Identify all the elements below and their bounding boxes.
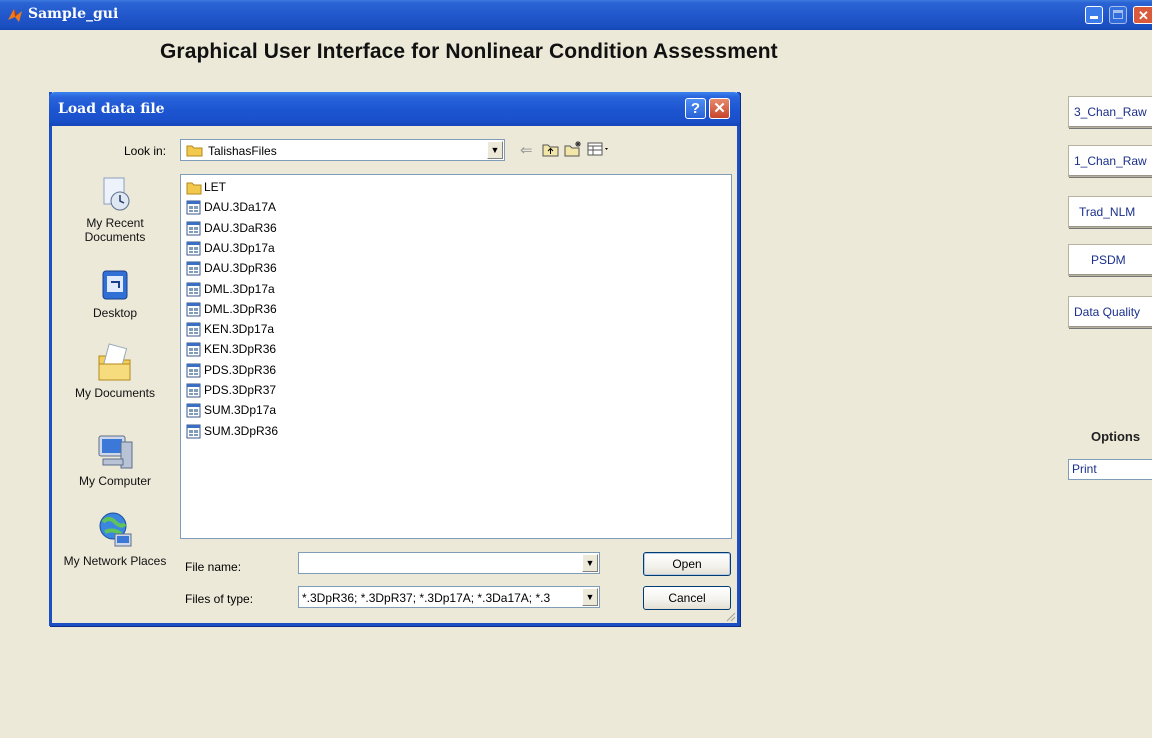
file-type-value: *.3DpR36; *.3DpR37; *.3Dp17A; *.3Da17A; …: [302, 591, 551, 605]
psdm-button[interactable]: PSDM: [1068, 244, 1152, 276]
close-icon: ✕: [713, 100, 726, 117]
file-name: LET: [204, 180, 227, 194]
place-my-documents[interactable]: My Documents: [60, 342, 170, 400]
folder-icon: [186, 182, 202, 195]
file-name: DAU.3DaR36: [204, 220, 277, 235]
file-icon: [186, 302, 201, 317]
file-name: PDS.3DpR36: [204, 362, 277, 377]
new-folder-icon[interactable]: [564, 140, 584, 158]
look-in-label: Look in:: [124, 144, 167, 158]
place-my-recent-documents[interactable]: My Recent Documents: [60, 176, 170, 244]
my-documents-icon: [98, 343, 131, 381]
main-title-bar[interactable]: Sample_gui ✕: [0, 0, 1152, 30]
file-name-input[interactable]: ▼: [298, 552, 600, 574]
file-icon: [186, 200, 201, 215]
file-icon: [186, 241, 201, 256]
file-icon: [186, 342, 201, 357]
options-selected-value: Print: [1072, 462, 1097, 476]
matlab-icon: [8, 9, 22, 22]
load-data-dialog: Load data file ? ✕ Look in: TalishasFile…: [49, 92, 740, 626]
dialog-title: Load data file: [58, 101, 165, 117]
close-button[interactable]: ✕: [1133, 6, 1152, 24]
file-name: KEN.3DpR36: [204, 342, 277, 357]
options-label: Options: [1091, 429, 1141, 444]
file-name: SUM.3Dp17a: [204, 403, 277, 418]
chevron-down-icon[interactable]: ▼: [487, 141, 503, 159]
minimize-button[interactable]: [1085, 6, 1103, 24]
file-name: KEN.3Dp17a: [204, 322, 275, 337]
place-my-computer[interactable]: My Computer: [60, 432, 170, 488]
place-my-network-places[interactable]: My Network Places: [60, 510, 170, 568]
place-desktop[interactable]: Desktop: [60, 268, 170, 320]
dialog-close-button[interactable]: ✕: [709, 98, 730, 119]
file-icon: [186, 424, 201, 439]
folder-icon: [186, 145, 203, 157]
file-icon: [186, 363, 201, 378]
file-name: SUM.3DpR36: [204, 423, 279, 438]
resize-grip-icon[interactable]: [724, 610, 736, 622]
file-type-label: Files of type:: [185, 592, 254, 606]
look-in-value: TalishasFiles: [208, 144, 277, 158]
file-icon: [186, 322, 201, 337]
help-button[interactable]: ?: [685, 98, 706, 119]
gui-heading: Graphical User Interface for Nonlinear C…: [160, 40, 778, 63]
file-name-label: File name:: [185, 560, 242, 574]
maximize-button[interactable]: [1109, 6, 1127, 24]
chevron-down-icon[interactable]: ▼: [582, 588, 598, 606]
cancel-button[interactable]: Cancel: [643, 586, 731, 610]
file-icon: [186, 282, 201, 296]
place-label: Desktop: [92, 306, 138, 320]
1-chan-raw-button[interactable]: 1_Chan_Raw: [1068, 145, 1152, 177]
look-in-combo[interactable]: TalishasFiles ▼: [180, 139, 505, 161]
window-title: Sample_gui: [28, 6, 119, 22]
chevron-down-icon[interactable]: ▼: [582, 554, 598, 572]
back-arrow-icon[interactable]: ⇐: [520, 141, 533, 159]
file-type-select[interactable]: *.3DpR36; *.3DpR37; *.3Dp17A; *.3Da17A; …: [298, 586, 600, 608]
help-icon: ?: [690, 100, 701, 117]
place-label: My Documents: [74, 386, 156, 400]
options-select[interactable]: Print ▼: [1068, 459, 1152, 480]
file-name: DML.3DpR36: [204, 301, 277, 316]
file-name: DML.3Dp17a: [204, 281, 275, 296]
desktop-icon: [102, 270, 128, 300]
minimize-icon: [1090, 16, 1098, 19]
trad-nlm-button[interactable]: Trad_NLM: [1068, 196, 1152, 228]
open-button[interactable]: Open: [643, 552, 731, 576]
close-icon: ✕: [1138, 8, 1149, 23]
place-label: My Computer: [78, 474, 152, 488]
file-icon: [186, 261, 201, 276]
file-name: DAU.3Da17A: [204, 200, 277, 215]
file-icon: [186, 403, 201, 418]
recent-documents-icon: [103, 177, 130, 211]
file-name: DAU.3Dp17a: [204, 240, 275, 255]
data-quality-button[interactable]: Data Quality: [1068, 296, 1152, 328]
place-label: My Recent Documents: [84, 216, 146, 244]
up-folder-icon[interactable]: [542, 142, 560, 158]
view-menu-icon[interactable]: [587, 141, 611, 157]
file-icon: [186, 221, 201, 236]
my-computer-icon: [98, 435, 133, 469]
file-name: PDS.3DpR37: [204, 383, 277, 397]
maximize-icon: [1113, 10, 1123, 19]
network-places-icon: [99, 512, 132, 547]
file-icon: [186, 383, 201, 398]
dialog-title-bar[interactable]: Load data file ? ✕: [49, 92, 740, 126]
file-name: DAU.3DpR36: [204, 261, 277, 276]
3-chan-raw-button[interactable]: 3_Chan_Raw: [1068, 96, 1152, 128]
place-label: My Network Places: [63, 554, 167, 568]
file-list[interactable]: LET DAU.3Da17A DAU.3DaR36 DAU.3Dp17a DAU.3Dp…: [180, 174, 732, 539]
